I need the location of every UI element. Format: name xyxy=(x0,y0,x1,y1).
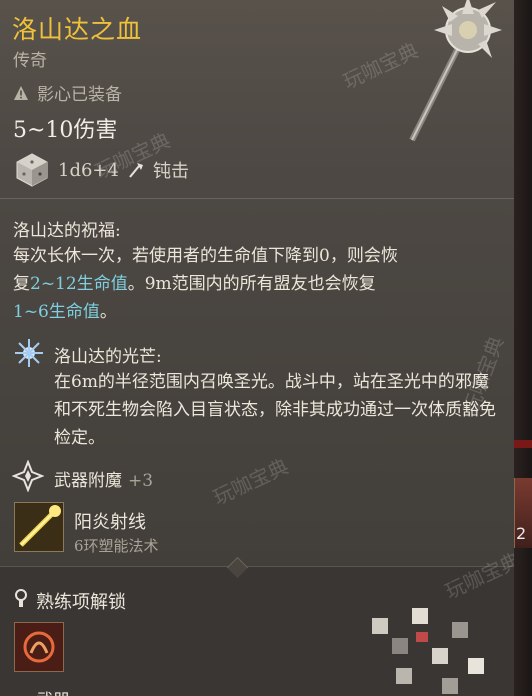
item-rarity: 传奇 xyxy=(13,51,47,71)
blessing-line3-post: 。 xyxy=(99,302,117,322)
radiance-icon xyxy=(15,339,43,367)
damage-range: 5~10伤害 xyxy=(13,118,118,143)
blessing-line1: 每次长休一次，若使用者的生命值下降到0，则会恢 xyxy=(13,246,398,266)
pixelated-overlay xyxy=(372,608,484,694)
item-tooltip: 洛山达之血 传奇 影心已装备 5~10伤害 1d6+4 钝击 洛山达的祝福: 每… xyxy=(0,0,514,696)
enchant-label: 武器附魔 xyxy=(54,471,122,491)
warning-icon xyxy=(14,85,28,100)
enchant-value: +3 xyxy=(128,471,154,491)
heal-amount-allies: 1~6生命值 xyxy=(13,302,100,322)
equipped-warning: 影心已装备 xyxy=(13,80,122,105)
heal-amount-self: 2~12生命值 xyxy=(30,274,128,294)
spell-subtitle: 6环塑能法术 xyxy=(74,537,159,555)
mace-icon xyxy=(409,0,502,142)
background-edge xyxy=(514,0,532,696)
enchant-icon xyxy=(12,460,44,492)
background-count: 2 xyxy=(516,524,527,543)
warning-text: 影心已装备 xyxy=(37,85,122,105)
weapon-enchant: 武器附魔 +3 xyxy=(54,466,153,491)
background-accent xyxy=(514,440,532,448)
item-name: 洛山达之血 xyxy=(12,15,143,44)
radiance-text: 在6m的半径范围内召唤圣光。战斗中，站在圣光中的邪魔和不死生物会陷入目盲状态，除… xyxy=(54,372,496,448)
next-entry-partial: 武器… xyxy=(36,686,87,696)
proficiency-icon xyxy=(15,589,27,607)
damage-type: 钝击 xyxy=(152,161,189,182)
spell-icon[interactable] xyxy=(14,502,64,552)
spell-name: 阳炎射线 xyxy=(74,512,146,533)
proficiency-label: 熟练项解锁 xyxy=(36,592,126,613)
dice-icon xyxy=(16,153,48,187)
blessing-line2-post: 。9m范围内的所有盟友也会恢复 xyxy=(127,274,376,294)
watermark: 玩咖宝典 xyxy=(209,454,292,510)
blessing-text: 每次长休一次，若使用者的生命值下降到0，则会恢 复2~12生命值。9m范围内的所… xyxy=(13,242,493,326)
proficiency-unlock-icon[interactable] xyxy=(14,622,64,672)
divider xyxy=(0,198,514,199)
blessing-heading: 洛山达的祝福: xyxy=(13,221,121,241)
radiance-heading: 洛山达的光芒: xyxy=(54,347,162,367)
blessing-line2-pre: 复 xyxy=(13,274,30,294)
